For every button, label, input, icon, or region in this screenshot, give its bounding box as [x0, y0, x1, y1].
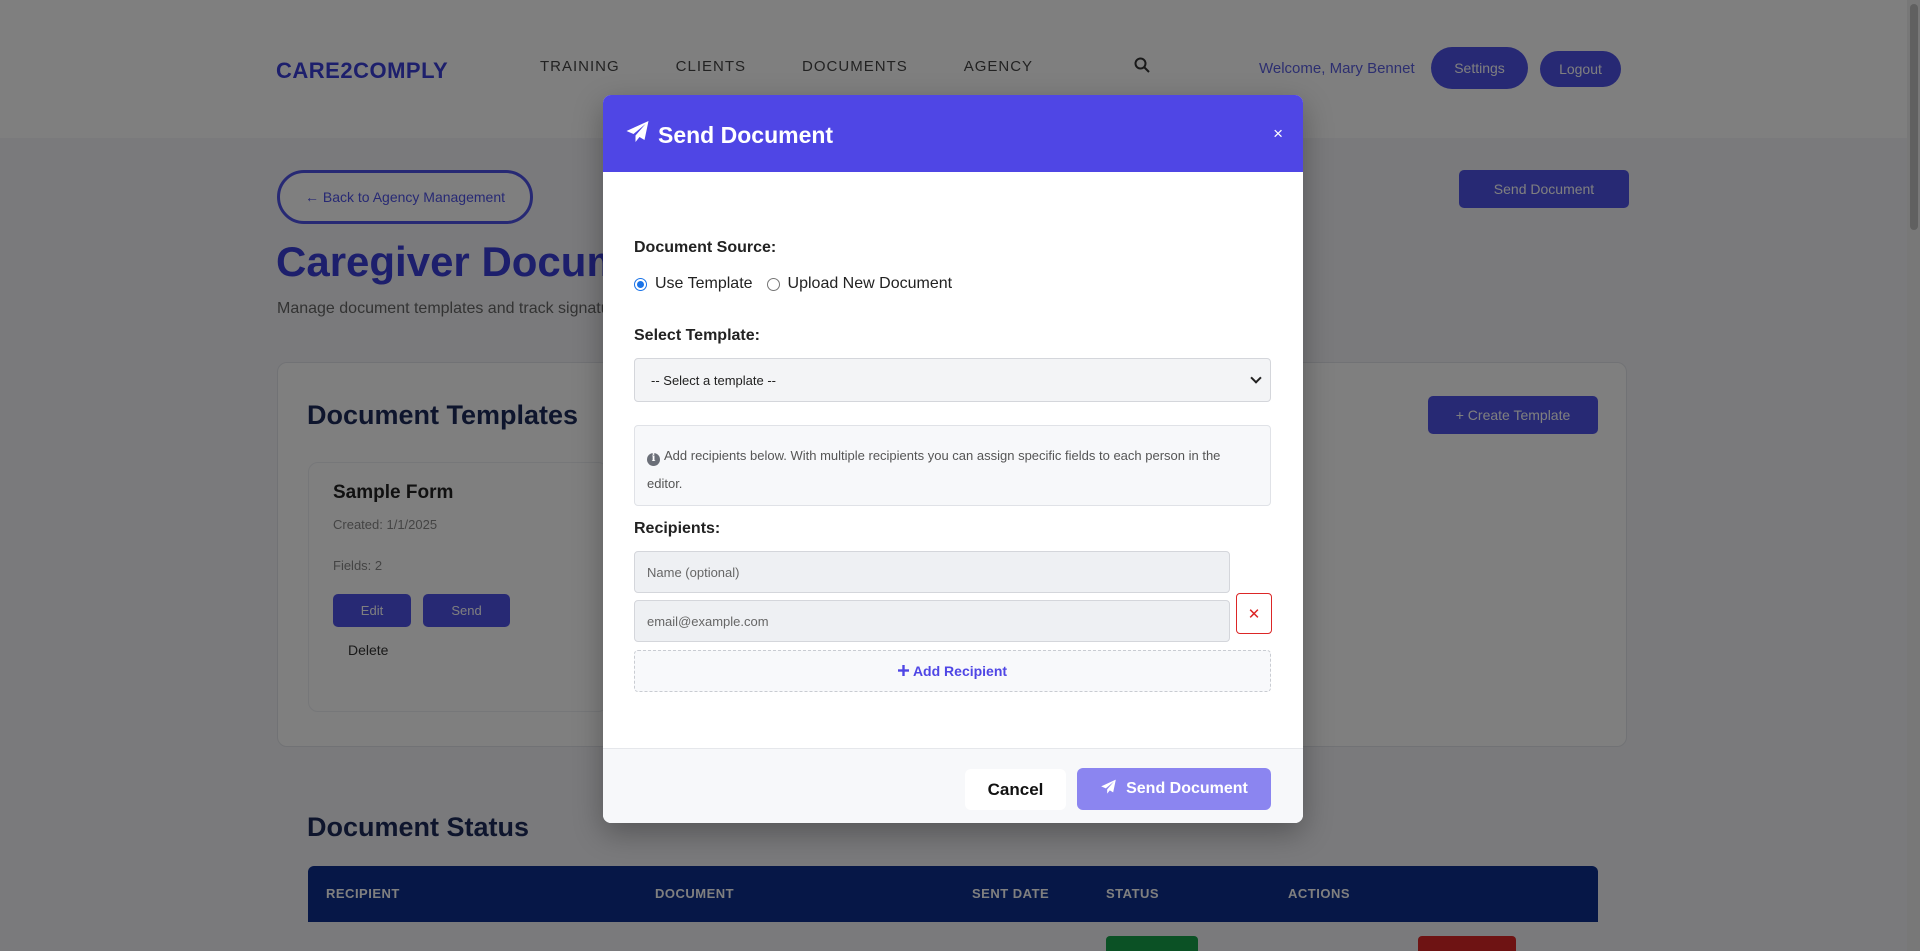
template-select[interactable]: -- Select a template --	[634, 358, 1271, 402]
send-document-modal: Send Document × Document Source: Use Tem…	[603, 95, 1303, 823]
document-source-label: Document Source:	[634, 239, 777, 256]
close-icon[interactable]: ×	[1273, 125, 1283, 142]
x-icon: ✕	[1247, 605, 1261, 623]
modal-title-group: Send Document	[625, 120, 833, 150]
add-recipient-label: Add Recipient	[912, 663, 1008, 679]
use-template-radio[interactable]	[634, 277, 647, 291]
radio-use-template[interactable]: Use Template	[634, 275, 753, 293]
upload-document-radio[interactable]	[766, 277, 780, 291]
recipients-info-box: i Add recipients below. With multiple rec…	[634, 425, 1271, 506]
modal-title: Send Document	[658, 121, 834, 148]
recipient-email-input[interactable]: email@example.com	[634, 600, 1230, 642]
use-template-label: Use Template	[655, 275, 753, 292]
send-document-button[interactable]: Send Document	[1077, 768, 1271, 810]
document-source-radio-group: Use Template Upload New Document	[634, 275, 966, 293]
info-circle-icon: i	[647, 452, 660, 466]
recipients-info-text: Add recipients below. With multiple reci…	[647, 448, 1221, 491]
plus-icon	[897, 663, 909, 679]
recipients-label: Recipients:	[634, 520, 721, 537]
chevron-down-icon	[1250, 372, 1262, 384]
modal-header: Send Document ×	[603, 95, 1303, 172]
radio-upload-document[interactable]: Upload New Document	[766, 275, 953, 293]
select-template-label: Select Template:	[634, 327, 760, 344]
modal-footer: Cancel Send Document	[603, 748, 1303, 823]
paper-plane-icon	[625, 120, 650, 150]
paper-plane-icon	[1100, 779, 1117, 800]
recipient-name-input[interactable]: Name (optional)	[634, 551, 1230, 593]
add-recipient-button[interactable]: Add Recipient	[634, 650, 1271, 692]
send-document-label: Send Document	[1126, 780, 1248, 797]
cancel-button[interactable]: Cancel	[965, 769, 1066, 810]
upload-document-label: Upload New Document	[787, 275, 953, 292]
remove-recipient-button[interactable]: ✕	[1236, 593, 1272, 634]
template-select-value: -- Select a template --	[651, 372, 776, 388]
